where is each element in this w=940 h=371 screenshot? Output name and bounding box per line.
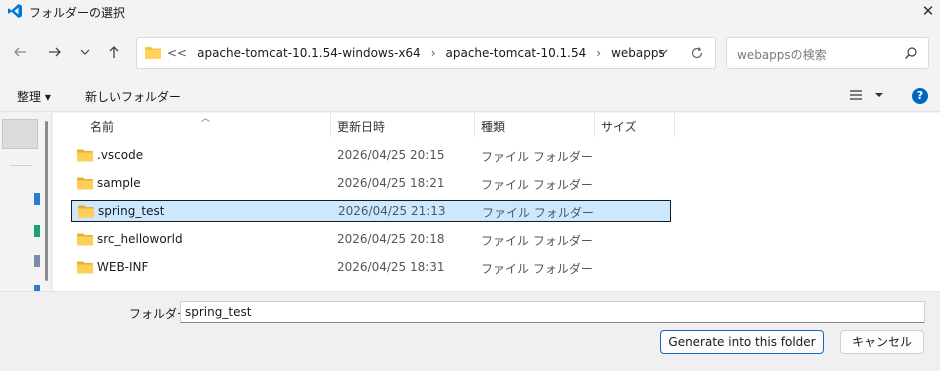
- nav-pane-item-icon[interactable]: [34, 255, 40, 267]
- address-bar[interactable]: << apache-tomcat-10.1.54-windows-x64 › a…: [136, 37, 716, 69]
- search-input[interactable]: webappsの検索: [737, 46, 827, 63]
- search-box[interactable]: webappsの検索: [726, 37, 929, 69]
- column-divider[interactable]: [674, 113, 675, 137]
- view-options-button[interactable]: [849, 88, 887, 105]
- file-type: ファイル フォルダー: [481, 150, 593, 164]
- file-row[interactable]: .vscode 2026/04/25 20:15 ファイル フォルダー: [71, 145, 671, 167]
- folder-icon: [78, 205, 94, 221]
- organize-menu-button[interactable]: 整理 ▾: [17, 88, 51, 105]
- file-type: ファイル フォルダー: [481, 178, 593, 192]
- navigation-pane[interactable]: [0, 113, 52, 291]
- column-header-size[interactable]: サイズ: [601, 118, 637, 142]
- file-name: src_helloworld: [97, 232, 183, 246]
- dialog-footer: フォルダー: Generate into this folder キャンセル: [0, 291, 940, 371]
- refresh-icon[interactable]: [690, 46, 704, 63]
- file-type: ファイル フォルダー: [481, 262, 593, 276]
- column-header-modified[interactable]: 更新日時: [337, 118, 385, 142]
- back-arrow-icon[interactable]: [9, 38, 31, 66]
- breadcrumb-separator[interactable]: ›: [431, 46, 436, 60]
- column-header-name[interactable]: 名前: [90, 118, 114, 142]
- breadcrumb: << apache-tomcat-10.1.54-windows-x64 › a…: [167, 38, 665, 68]
- cancel-button[interactable]: キャンセル: [840, 330, 924, 354]
- file-date: 2026/04/25 18:21: [337, 176, 445, 190]
- file-name: .vscode: [97, 148, 144, 162]
- folder-icon: [77, 177, 93, 193]
- file-list: ︿ 名前 更新日時 種類 サイズ .vscode 2026/04/25 20:1…: [53, 113, 940, 291]
- file-type: ファイル フォルダー: [481, 234, 593, 248]
- close-icon[interactable]: ✕: [918, 1, 938, 21]
- breadcrumb-item[interactable]: apache-tomcat-10.1.54: [446, 46, 587, 60]
- search-icon[interactable]: [904, 46, 918, 63]
- folder-icon: [77, 233, 93, 249]
- nav-pane-item-icon[interactable]: [34, 193, 40, 205]
- file-row[interactable]: src_helloworld 2026/04/25 20:18 ファイル フォル…: [71, 229, 671, 251]
- navigation-bar: << apache-tomcat-10.1.54-windows-x64 › a…: [0, 30, 940, 74]
- nav-pane-divider: [10, 165, 32, 166]
- nav-pane-selected-item[interactable]: [2, 119, 38, 149]
- generate-into-folder-button[interactable]: Generate into this folder: [660, 330, 824, 354]
- file-date: 2026/04/25 20:18: [337, 232, 445, 246]
- file-name: WEB-INF: [97, 260, 149, 274]
- file-row-selected[interactable]: spring_test 2026/04/25 21:13 ファイル フォルダー: [71, 200, 671, 222]
- folder-name-input[interactable]: [180, 301, 925, 323]
- file-date: 2026/04/25 21:13: [338, 204, 446, 218]
- chevron-down-icon[interactable]: [74, 38, 96, 66]
- address-dropdown-icon[interactable]: [657, 46, 669, 61]
- folder-icon: [77, 149, 93, 165]
- breadcrumb-item[interactable]: apache-tomcat-10.1.54-windows-x64: [197, 46, 421, 60]
- file-row[interactable]: WEB-INF 2026/04/25 18:31 ファイル フォルダー: [71, 257, 671, 279]
- nav-pane-item-icon[interactable]: [34, 225, 40, 237]
- window-title: フォルダーの選択: [29, 6, 126, 20]
- new-folder-button[interactable]: 新しいフォルダー: [85, 88, 181, 105]
- column-header-type[interactable]: 種類: [481, 118, 505, 142]
- up-arrow-icon[interactable]: [103, 38, 125, 66]
- breadcrumb-separator[interactable]: ›: [596, 46, 601, 60]
- file-name: spring_test: [98, 204, 165, 218]
- sort-ascending-icon: ︿: [201, 114, 211, 124]
- folder-icon: [77, 261, 93, 277]
- vscode-icon: [7, 3, 23, 19]
- column-divider[interactable]: [594, 113, 595, 137]
- help-icon[interactable]: ?: [912, 88, 928, 104]
- forward-arrow-icon[interactable]: [44, 38, 66, 66]
- command-bar: 整理 ▾ 新しいフォルダー ?: [0, 80, 940, 112]
- file-row[interactable]: sample 2026/04/25 18:21 ファイル フォルダー: [71, 173, 671, 195]
- file-date: 2026/04/25 18:31: [337, 260, 445, 274]
- file-name: sample: [97, 176, 141, 190]
- column-divider[interactable]: [474, 113, 475, 137]
- column-divider[interactable]: [330, 113, 331, 137]
- title-bar: フォルダーの選択 ✕: [0, 0, 940, 24]
- folder-icon: [145, 46, 161, 63]
- nav-pane-scrollbar[interactable]: [45, 121, 48, 281]
- file-type: ファイル フォルダー: [482, 206, 594, 220]
- file-date: 2026/04/25 20:15: [337, 148, 445, 162]
- breadcrumb-overflow[interactable]: <<: [167, 46, 187, 60]
